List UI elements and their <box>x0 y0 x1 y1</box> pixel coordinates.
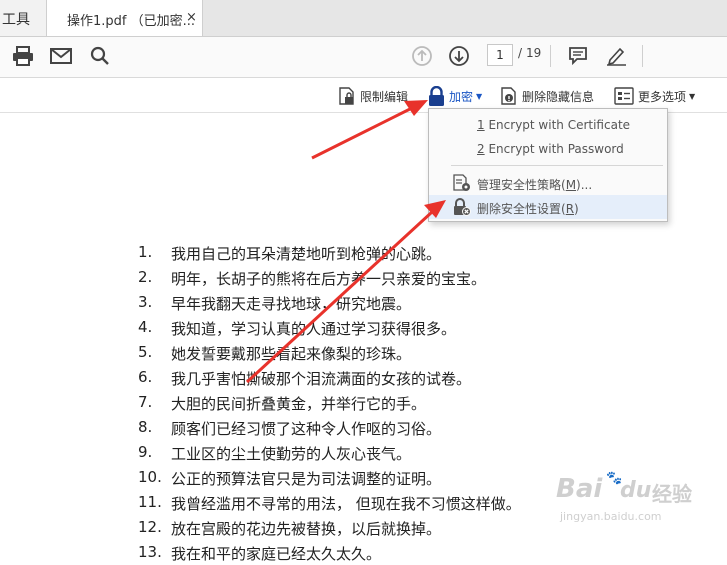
list-item-text: 我知道，学习认真的人通过学习获得很多。 <box>171 320 457 338</box>
list-item-text: 顾客们已经习惯了这种令人作呕的习俗。 <box>171 420 442 438</box>
list-item-number: 7. <box>138 393 153 411</box>
menu-item-mnemonic: 2 <box>477 142 485 156</box>
page-down-icon[interactable] <box>446 43 472 69</box>
sign-icon[interactable] <box>604 43 630 69</box>
list-item-text: 我曾经滥用不寻常的用法， 但现在我不习惯这样做。 <box>171 495 521 513</box>
menu-item-mnemonic: M <box>565 178 577 192</box>
watermark-url: jingyan.baidu.com <box>560 510 662 523</box>
remove-hidden-label: 删除隐藏信息 <box>522 89 595 104</box>
toolbar-divider <box>550 45 551 67</box>
tab-document[interactable]: 操作1.pdf （已加密... × <box>47 0 203 36</box>
list-item-number: 4. <box>138 318 153 336</box>
list-item-text: 大胆的民间折叠黄金，并举行它的手。 <box>171 395 427 413</box>
restrict-edit-label: 限制编辑 <box>360 89 409 104</box>
list-item-number: 3. <box>138 293 153 311</box>
menu-item-encrypt-certificate[interactable]: 1 Encrypt with Certificate <box>429 113 667 137</box>
list-item-text: 明年，长胡子的熊将在后方养一只亲爱的宝宝。 <box>171 270 487 288</box>
more-options-icon <box>614 87 634 105</box>
more-options-label: 更多选项 <box>638 89 687 104</box>
watermark-paw-text: du <box>620 478 652 503</box>
page-up-icon[interactable] <box>409 43 435 69</box>
search-icon[interactable] <box>87 43 113 69</box>
menu-item-encrypt-password[interactable]: 2 Encrypt with Password <box>429 137 667 161</box>
list-item-text: 我在和平的家庭已经太久太久。 <box>171 545 382 563</box>
encrypt-label: 加密 <box>449 89 474 104</box>
page-number-input[interactable]: 1 <box>487 44 513 66</box>
list-item-number: 8. <box>138 418 153 436</box>
print-icon[interactable] <box>10 43 36 69</box>
list-item-number: 1. <box>138 243 153 261</box>
chevron-down-icon: ▼ <box>476 91 483 101</box>
menu-item-suffix: ) <box>574 202 579 216</box>
list-item-number: 12. <box>138 518 162 536</box>
list-item-number: 9. <box>138 443 153 461</box>
list-item-text: 我几乎害怕撕破那个泪流满面的女孩的试卷。 <box>171 370 472 388</box>
comment-icon[interactable] <box>565 43 591 69</box>
menu-divider <box>451 165 663 166</box>
menu-item-label: 删除安全性设置( <box>477 202 566 216</box>
list-item-number: 10. <box>138 468 162 486</box>
remove-hidden-info-button[interactable]: 删除隐藏信息 <box>500 85 594 107</box>
list-item-number: 5. <box>138 343 153 361</box>
page-total: 19 <box>526 46 542 60</box>
list-item-text: 工业区的尘土使勤劳的人灰心丧气。 <box>171 445 412 463</box>
list-item-number: 11. <box>138 493 162 511</box>
restrict-edit-button[interactable]: 限制编辑 <box>338 85 408 107</box>
menu-item-mnemonic: R <box>565 202 575 216</box>
tab-document-title: 操作1.pdf （已加密... <box>67 14 196 29</box>
list-item-text: 她发誓要戴那些看起来像梨的珍珠。 <box>171 345 412 363</box>
remove-hidden-icon <box>501 87 516 105</box>
tab-tools-label: 工具 <box>2 12 30 28</box>
watermark-cn: 经验 <box>652 482 692 506</box>
close-icon[interactable]: × <box>186 10 197 25</box>
main-toolbar: 1 / 19 <box>0 37 727 78</box>
encrypt-button[interactable]: 加密 ▼ <box>428 85 482 107</box>
list-item-text: 公正的预算法官只是为司法调整的证明。 <box>171 470 442 488</box>
menu-item-label: Encrypt with Certificate <box>488 118 631 132</box>
list-item-number: 2. <box>138 268 153 286</box>
encrypt-dropdown-menu: 1 Encrypt with Certificate 2 Encrypt wit… <box>428 108 668 222</box>
watermark-brand: Bai <box>556 474 603 504</box>
list-item-text: 放在宫殿的花边先被替换，以后就换掉。 <box>171 520 442 538</box>
lock-icon <box>429 85 444 106</box>
baidu-jingyan-watermark: Bai 🐾 du 经验 jingyan.baidu.com <box>556 471 706 532</box>
menu-item-label: 管理安全性策略( <box>477 178 566 192</box>
toolbar-divider <box>642 45 643 67</box>
menu-item-remove-security-settings[interactable]: 删除安全性设置(R) <box>429 195 667 219</box>
menu-item-label: Encrypt with Password <box>488 142 624 156</box>
menu-item-suffix: )... <box>576 178 593 192</box>
chevron-down-icon: ▼ <box>689 91 696 101</box>
tab-bar: 工具 操作1.pdf （已加密... × <box>0 0 727 37</box>
security-policy-icon <box>453 174 471 195</box>
annotation-arrow-to-encrypt <box>311 106 413 160</box>
tab-tools[interactable]: 工具 <box>0 0 47 36</box>
email-icon[interactable] <box>48 43 74 69</box>
menu-item-manage-security-policies[interactable]: 管理安全性策略(M)... <box>429 171 667 195</box>
page-separator: / <box>518 46 523 60</box>
list-item-text: 我用自己的耳朵清楚地听到枪弹的心跳。 <box>171 245 442 263</box>
menu-item-mnemonic: 1 <box>477 118 485 132</box>
list-item-number: 6. <box>138 368 153 386</box>
more-options-button[interactable]: 更多选项 ▼ <box>614 85 695 107</box>
restrict-edit-icon <box>339 87 354 105</box>
list-item-number: 13. <box>138 543 162 561</box>
remove-security-icon <box>453 198 471 219</box>
list-item-text: 早年我翻天走寻找地球，研究地震。 <box>171 295 412 313</box>
